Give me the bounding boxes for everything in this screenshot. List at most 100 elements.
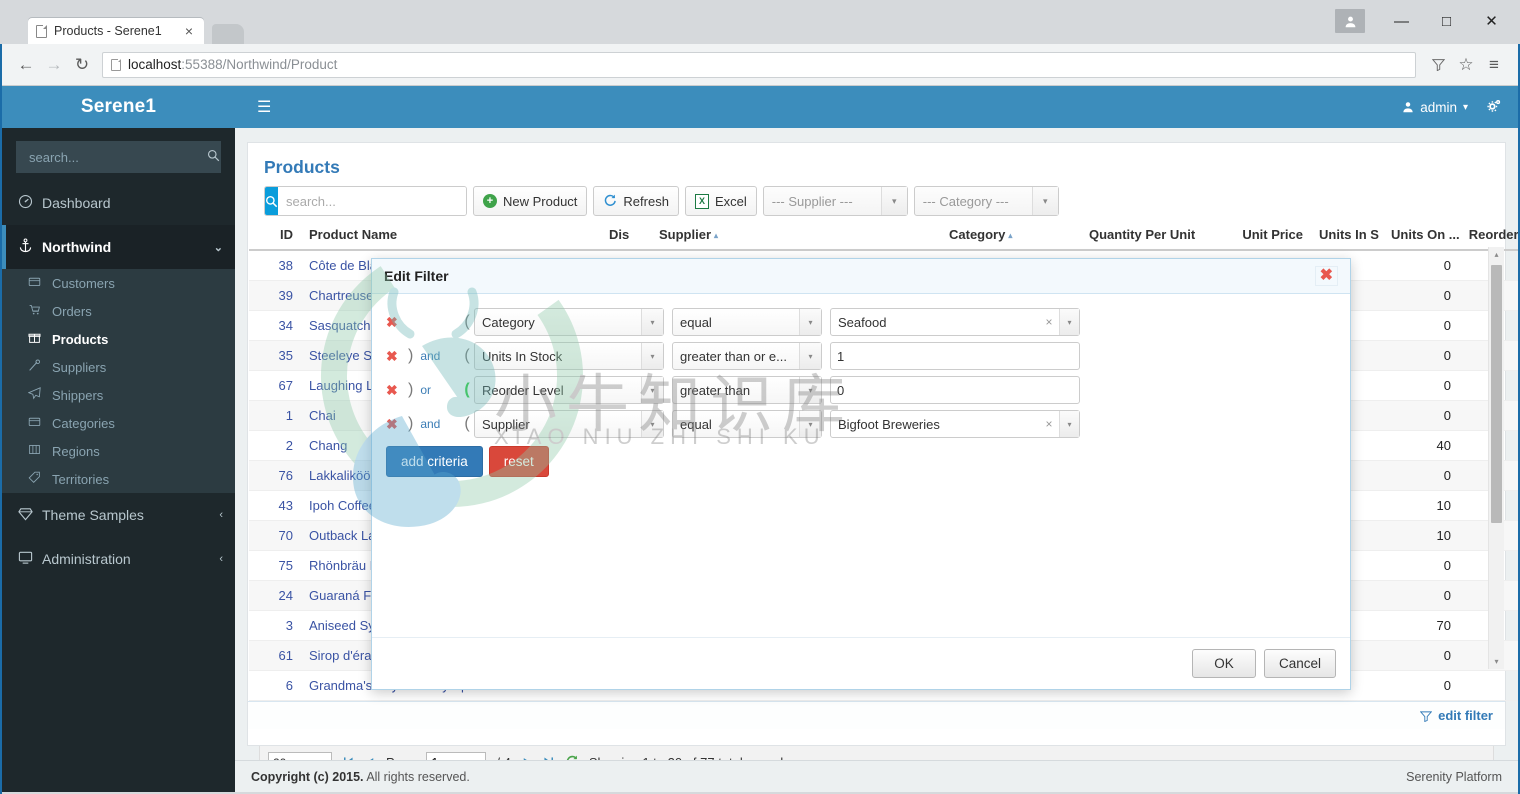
- chevron-down-icon[interactable]: ▾: [880, 187, 907, 215]
- chevron-down-icon[interactable]: ▾: [799, 309, 821, 335]
- ok-button[interactable]: OK: [1191, 649, 1256, 678]
- criteria-field-select[interactable]: Category ▾: [474, 308, 664, 336]
- sidebar-item-categories[interactable]: Categories: [2, 409, 235, 437]
- column-header-supplier[interactable]: Supplier ▴: [651, 222, 941, 251]
- edit-filter-link[interactable]: edit filter: [1420, 708, 1493, 723]
- sidebar-item-dashboard[interactable]: Dashboard: [2, 181, 235, 225]
- sidebar-item-regions[interactable]: Regions: [2, 437, 235, 465]
- open-paren[interactable]: (: [460, 347, 474, 365]
- delete-criteria-icon[interactable]: ✖: [386, 348, 408, 365]
- delete-criteria-icon[interactable]: ✖: [386, 314, 408, 331]
- column-header-discontinued[interactable]: Dis: [601, 222, 651, 251]
- sidebar-search-input[interactable]: [27, 148, 207, 166]
- open-paren[interactable]: (: [460, 313, 474, 331]
- excel-button[interactable]: X Excel: [684, 186, 757, 216]
- close-paren[interactable]: ): [408, 381, 413, 399]
- grid-vertical-scrollbar[interactable]: ▴ ▾: [1488, 247, 1504, 669]
- reload-icon[interactable]: ↻: [68, 51, 96, 79]
- close-paren[interactable]: ): [408, 415, 413, 433]
- new-tab-button[interactable]: [212, 24, 244, 44]
- criteria-value-input[interactable]: 0: [830, 376, 1080, 404]
- close-paren[interactable]: ): [408, 347, 413, 365]
- delete-criteria-icon[interactable]: ✖: [386, 416, 408, 433]
- criteria-value-select[interactable]: Seafood × ▾: [830, 308, 1080, 336]
- criteria-field-select[interactable]: Reorder Level ▾: [474, 376, 664, 404]
- profile-icon[interactable]: [1335, 9, 1365, 33]
- supplier-filter-select[interactable]: --- Supplier --- ▾: [762, 186, 908, 216]
- connector-word[interactable]: and: [420, 417, 440, 431]
- column-header-id[interactable]: ID: [249, 222, 301, 251]
- new-product-button[interactable]: + New Product: [473, 186, 588, 216]
- criteria-value-select[interactable]: Bigfoot Breweries × ▾: [830, 410, 1080, 438]
- bookmark-star-icon[interactable]: ☆: [1452, 51, 1480, 79]
- chevron-down-icon[interactable]: ▾: [799, 377, 821, 403]
- minimize-button[interactable]: —: [1379, 5, 1424, 37]
- chevron-down-icon[interactable]: ▾: [1059, 411, 1079, 437]
- address-bar[interactable]: localhost:55388/Northwind/Product: [102, 51, 1416, 78]
- criteria-operator-select[interactable]: equal ▾: [672, 410, 822, 438]
- column-header-unit-price[interactable]: Unit Price: [1231, 222, 1311, 251]
- sidebar-item-suppliers[interactable]: Suppliers: [2, 353, 235, 381]
- clear-icon[interactable]: ×: [1039, 417, 1059, 431]
- sidebar-item-administration[interactable]: Administration ‹: [2, 537, 235, 581]
- criteria-field-select[interactable]: Units In Stock ▾: [474, 342, 664, 370]
- browser-menu-icon[interactable]: ≡: [1480, 51, 1508, 79]
- column-header-quantity-per-unit[interactable]: Quantity Per Unit: [1081, 222, 1231, 251]
- column-header-category[interactable]: Category ▴: [941, 222, 1081, 251]
- add-criteria-button[interactable]: add criteria: [386, 446, 483, 477]
- chevron-down-icon[interactable]: ▾: [799, 343, 821, 369]
- sidebar-item-orders[interactable]: Orders: [2, 297, 235, 325]
- column-header-units-on-order[interactable]: Units On ...: [1383, 222, 1459, 251]
- criteria-operator-select[interactable]: greater than or e... ▾: [672, 342, 822, 370]
- cancel-button[interactable]: Cancel: [1263, 649, 1336, 678]
- scroll-down-icon[interactable]: ▾: [1489, 654, 1504, 669]
- criteria-operator-select[interactable]: equal ▾: [672, 308, 822, 336]
- hamburger-icon[interactable]: ☰: [251, 93, 277, 121]
- connector-word[interactable]: and: [420, 349, 440, 363]
- open-paren[interactable]: (: [460, 415, 474, 433]
- scrollbar-thumb[interactable]: [1491, 265, 1502, 523]
- chevron-down-icon[interactable]: ▾: [641, 411, 663, 437]
- sidebar-search[interactable]: [16, 141, 221, 173]
- sidebar-item-theme-samples[interactable]: Theme Samples ‹: [2, 493, 235, 537]
- column-header-reorder-level[interactable]: Reorder L...: [1459, 222, 1518, 251]
- chevron-down-icon[interactable]: ▾: [1059, 309, 1079, 335]
- connector-word[interactable]: or: [420, 383, 431, 397]
- category-filter-select[interactable]: --- Category --- ▾: [913, 186, 1059, 216]
- reset-button[interactable]: reset: [488, 446, 549, 477]
- sidebar-item-customers[interactable]: Customers: [2, 269, 235, 297]
- column-header-product-name[interactable]: Product Name: [301, 222, 601, 251]
- chevron-down-icon[interactable]: ▾: [641, 377, 663, 403]
- close-window-button[interactable]: ✕: [1469, 5, 1514, 37]
- filter-funnel-icon[interactable]: [1424, 51, 1452, 79]
- back-icon[interactable]: ←: [12, 51, 40, 79]
- close-icon[interactable]: ✖: [1314, 266, 1338, 286]
- maximize-button[interactable]: □: [1424, 5, 1469, 37]
- settings-gear-icon[interactable]: [1486, 98, 1502, 117]
- chevron-down-icon[interactable]: ▾: [641, 343, 663, 369]
- scroll-up-icon[interactable]: ▴: [1489, 247, 1504, 262]
- clear-icon[interactable]: ×: [1039, 315, 1059, 329]
- delete-criteria-icon[interactable]: ✖: [386, 382, 408, 399]
- chevron-down-icon[interactable]: ▾: [641, 309, 663, 335]
- sidebar-item-territories[interactable]: Territories: [2, 465, 235, 493]
- criteria-field-select[interactable]: Supplier ▾: [474, 410, 664, 438]
- chevron-down-icon[interactable]: ▾: [1031, 187, 1058, 215]
- criteria-operator-select[interactable]: greater than ▾: [672, 376, 822, 404]
- forward-icon[interactable]: →: [40, 51, 68, 79]
- refresh-button[interactable]: Refresh: [593, 186, 679, 216]
- sidebar-item-products[interactable]: Products: [2, 325, 235, 353]
- user-menu[interactable]: admin ▾: [1402, 100, 1468, 115]
- quick-search-input[interactable]: [278, 187, 466, 215]
- browser-tab[interactable]: Products - Serene1 ×: [28, 18, 204, 44]
- sidebar-item-northwind[interactable]: Northwind ⌄: [2, 225, 235, 269]
- chevron-down-icon[interactable]: ▾: [799, 411, 821, 437]
- open-paren[interactable]: (: [460, 381, 474, 399]
- app-brand[interactable]: Serene1: [2, 86, 235, 128]
- quick-search[interactable]: [264, 186, 467, 216]
- search-icon[interactable]: [265, 187, 278, 215]
- criteria-value-input[interactable]: 1: [830, 342, 1080, 370]
- close-tab-icon[interactable]: ×: [182, 24, 196, 38]
- column-header-units-in-stock[interactable]: Units In S: [1311, 222, 1383, 251]
- sidebar-item-shippers[interactable]: Shippers: [2, 381, 235, 409]
